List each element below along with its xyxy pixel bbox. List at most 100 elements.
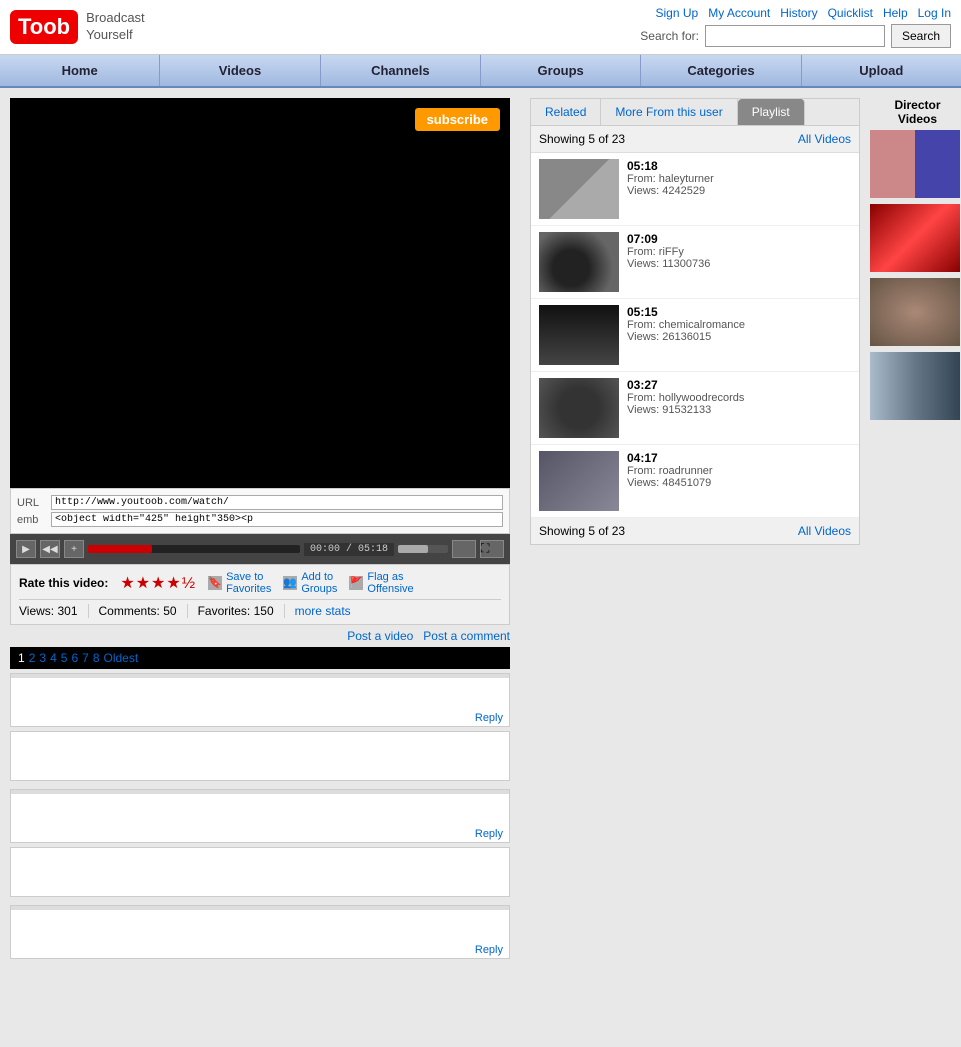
prev-button[interactable]: ◀◀ bbox=[40, 540, 60, 558]
tab-playlist[interactable]: Playlist bbox=[738, 99, 805, 125]
director-thumb-4[interactable] bbox=[870, 352, 960, 420]
tab-more-from-user[interactable]: More From this user bbox=[601, 99, 737, 125]
director-thumb-2[interactable] bbox=[870, 204, 960, 272]
comment-1-body bbox=[11, 678, 509, 708]
video-player: subscribe bbox=[10, 98, 510, 488]
volume-bar[interactable] bbox=[398, 545, 448, 553]
volume-icon[interactable] bbox=[452, 540, 476, 558]
playlist-item-5[interactable]: 04:17 From: roadrunner Views: 48451079 bbox=[531, 445, 859, 518]
url-input[interactable] bbox=[51, 495, 503, 510]
quicklist-link[interactable]: Quicklist bbox=[828, 6, 873, 20]
subscribe-button[interactable]: subscribe bbox=[415, 108, 500, 131]
item-4-info: 03:27 From: hollywoodrecords Views: 9153… bbox=[627, 378, 851, 416]
playlist-footer: Showing 5 of 23 All Videos bbox=[531, 518, 859, 544]
star-rating[interactable]: ★★★★½ bbox=[120, 573, 196, 593]
page-6[interactable]: 6 bbox=[71, 651, 78, 665]
item-1-from: From: haleyturner bbox=[627, 173, 851, 185]
comment-2-input[interactable] bbox=[10, 847, 510, 897]
item-1-views: Views: 4242529 bbox=[627, 185, 851, 197]
save-favorites-label: Save toFavorites bbox=[226, 571, 271, 595]
item-4-views: Views: 91532133 bbox=[627, 404, 851, 416]
director-thumb-1[interactable] bbox=[870, 130, 960, 198]
comment-3-reply-area: Reply bbox=[11, 940, 509, 958]
comment-1: Reply bbox=[10, 673, 510, 727]
comment-1-reply-link[interactable]: Reply bbox=[475, 712, 503, 724]
add-to-groups-button[interactable]: 👥 Add toGroups bbox=[283, 571, 337, 595]
myaccount-link[interactable]: My Account bbox=[708, 6, 770, 20]
post-comment-link[interactable]: Post a comment bbox=[423, 629, 510, 643]
save-to-favorites-button[interactable]: 🔖 Save toFavorites bbox=[208, 571, 271, 595]
signup-link[interactable]: Sign Up bbox=[656, 6, 699, 20]
url-label: URL bbox=[17, 497, 45, 509]
item-2-duration: 07:09 bbox=[627, 232, 851, 246]
comment-3-body bbox=[11, 910, 509, 940]
comment-2-reply-area: Reply bbox=[11, 824, 509, 842]
item-3-info: 05:15 From: chemicalromance Views: 26136… bbox=[627, 305, 851, 343]
item-5-duration: 04:17 bbox=[627, 451, 851, 465]
comment-2-reply-link[interactable]: Reply bbox=[475, 828, 503, 840]
search-input[interactable] bbox=[705, 25, 885, 47]
video-controls: ▶ ◀◀ + 00:00 / 05:18 ⛶ bbox=[10, 534, 510, 564]
history-link[interactable]: History bbox=[780, 6, 817, 20]
post-video-link[interactable]: Post a video bbox=[347, 629, 413, 643]
thumb-2 bbox=[539, 232, 619, 292]
page-7[interactable]: 7 bbox=[82, 651, 89, 665]
flag-label: Flag asOffensive bbox=[367, 571, 413, 595]
thumb-4 bbox=[539, 378, 619, 438]
flag-offensive-button[interactable]: 🚩 Flag asOffensive bbox=[349, 571, 413, 595]
playlist-item-1[interactable]: 05:18 From: haleyturner Views: 4242529 bbox=[531, 153, 859, 226]
playlist-item-2[interactable]: 07:09 From: riFFy Views: 11300736 bbox=[531, 226, 859, 299]
help-link[interactable]: Help bbox=[883, 6, 908, 20]
page-1[interactable]: 1 bbox=[18, 651, 25, 665]
playlist-item-3[interactable]: 05:15 From: chemicalromance Views: 26136… bbox=[531, 299, 859, 372]
more-stats-link[interactable]: more stats bbox=[285, 604, 361, 618]
favorites-stat: Favorites: 150 bbox=[188, 604, 285, 618]
playlist-tabs: Related More From this user Playlist bbox=[531, 99, 859, 126]
all-videos-bottom-link[interactable]: All Videos bbox=[798, 524, 851, 538]
comment-3: Reply bbox=[10, 905, 510, 959]
rate-label: Rate this video: bbox=[19, 576, 108, 590]
logo-icon: Toob bbox=[10, 10, 78, 44]
page-4[interactable]: 4 bbox=[50, 651, 57, 665]
nav-videos[interactable]: Videos bbox=[160, 55, 320, 86]
thumb-1 bbox=[539, 159, 619, 219]
comment-3-reply-link[interactable]: Reply bbox=[475, 944, 503, 956]
search-button[interactable]: Search bbox=[891, 24, 951, 48]
page-oldest[interactable]: Oldest bbox=[104, 651, 139, 665]
nav-groups[interactable]: Groups bbox=[481, 55, 641, 86]
page-3[interactable]: 3 bbox=[39, 651, 46, 665]
item-3-from: From: chemicalromance bbox=[627, 319, 851, 331]
fullscreen-button[interactable]: ⛶ bbox=[480, 540, 504, 558]
page-8[interactable]: 8 bbox=[93, 651, 100, 665]
login-link[interactable]: Log In bbox=[918, 6, 951, 20]
comment-1-input[interactable] bbox=[10, 731, 510, 781]
emb-label: emb bbox=[17, 514, 45, 526]
play-button[interactable]: ▶ bbox=[16, 540, 36, 558]
views-stat: Views: 301 bbox=[19, 604, 89, 618]
item-5-info: 04:17 From: roadrunner Views: 48451079 bbox=[627, 451, 851, 489]
all-videos-top-link[interactable]: All Videos bbox=[798, 132, 851, 146]
director-sidebar: Director Videos bbox=[870, 98, 961, 959]
nav-upload[interactable]: Upload bbox=[802, 55, 961, 86]
item-2-info: 07:09 From: riFFy Views: 11300736 bbox=[627, 232, 851, 270]
video-actions: Post a video Post a comment bbox=[10, 625, 510, 647]
nav-home[interactable]: Home bbox=[0, 55, 160, 86]
page-2[interactable]: 2 bbox=[29, 651, 36, 665]
url-emb-panel: URL emb bbox=[10, 488, 510, 534]
nav-channels[interactable]: Channels bbox=[321, 55, 481, 86]
group-icon: 👥 bbox=[283, 576, 297, 590]
nav-categories[interactable]: Categories bbox=[641, 55, 801, 86]
director-title: Director Videos bbox=[870, 98, 961, 126]
playlist-item-4[interactable]: 03:27 From: hollywoodrecords Views: 9153… bbox=[531, 372, 859, 445]
page-5[interactable]: 5 bbox=[61, 651, 68, 665]
progress-bar[interactable] bbox=[88, 545, 300, 553]
director-thumb-3[interactable] bbox=[870, 278, 960, 346]
add-button[interactable]: + bbox=[64, 540, 84, 558]
video-meta: Rate this video: ★★★★½ 🔖 Save toFavorite… bbox=[10, 564, 510, 625]
stats-row: Views: 301 Comments: 50 Favorites: 150 m… bbox=[19, 599, 501, 618]
comment-1-reply-area: Reply bbox=[11, 708, 509, 726]
tab-related[interactable]: Related bbox=[531, 99, 601, 125]
emb-input[interactable] bbox=[51, 512, 503, 527]
top-nav: Sign Up My Account History Quicklist Hel… bbox=[656, 6, 951, 20]
flag-icon: 🚩 bbox=[349, 576, 363, 590]
